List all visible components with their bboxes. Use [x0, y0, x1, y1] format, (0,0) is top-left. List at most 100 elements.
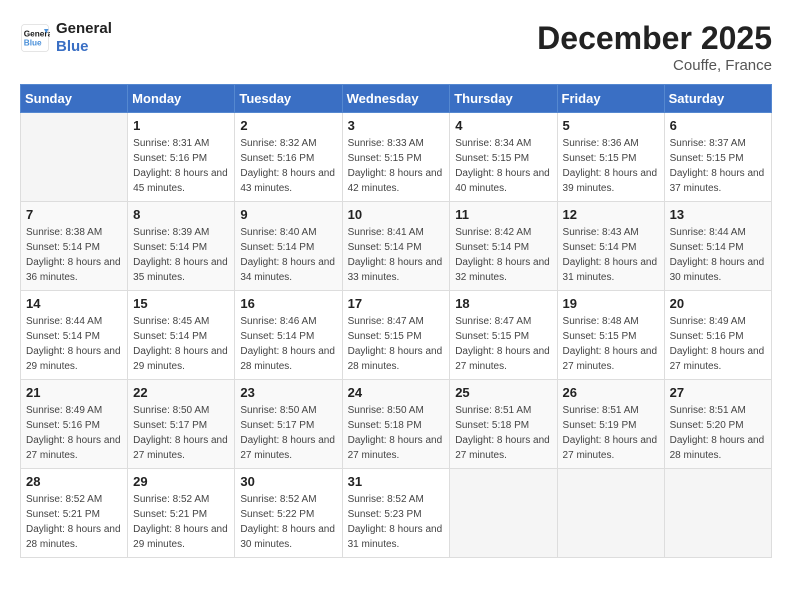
- week-row-2: 7 Sunrise: 8:38 AMSunset: 5:14 PMDaylight…: [21, 202, 772, 291]
- calendar-cell: 15 Sunrise: 8:45 AMSunset: 5:14 PMDayligh…: [128, 291, 235, 380]
- weekday-header-row: SundayMondayTuesdayWednesdayThursdayFrid…: [21, 85, 772, 113]
- calendar-cell: 23 Sunrise: 8:50 AMSunset: 5:17 PMDayligh…: [235, 380, 342, 469]
- day-number: 17: [348, 296, 445, 311]
- week-row-1: 1Sunrise: 8:31 AMSunset: 5:16 PMDaylight…: [21, 113, 772, 202]
- day-info: Sunrise: 8:46 AMSunset: 5:14 PMDaylight:…: [240, 314, 336, 374]
- calendar-cell: 8 Sunrise: 8:39 AMSunset: 5:14 PMDaylight…: [128, 202, 235, 291]
- calendar-cell: 10Sunrise: 8:41 AMSunset: 5:14 PMDayligh…: [342, 202, 450, 291]
- weekday-header-saturday: Saturday: [664, 85, 771, 113]
- weekday-header-thursday: Thursday: [450, 85, 557, 113]
- day-number: 4: [455, 118, 551, 133]
- week-row-4: 21Sunrise: 8:49 AMSunset: 5:16 PMDayligh…: [21, 380, 772, 469]
- location: Couffe, France: [537, 57, 772, 74]
- day-number: 30: [240, 474, 336, 489]
- calendar-cell: [21, 113, 128, 202]
- weekday-header-tuesday: Tuesday: [235, 85, 342, 113]
- day-info: Sunrise: 8:44 AMSunset: 5:14 PMDaylight:…: [26, 314, 122, 374]
- day-number: 28: [26, 474, 122, 489]
- day-info: Sunrise: 8:50 AMSunset: 5:17 PMDaylight:…: [133, 403, 229, 463]
- day-number: 15: [133, 296, 229, 311]
- day-info: Sunrise: 8:40 AMSunset: 5:14 PMDaylight:…: [240, 225, 336, 285]
- calendar-cell: 16 Sunrise: 8:46 AMSunset: 5:14 PMDayligh…: [235, 291, 342, 380]
- day-info: Sunrise: 8:49 AMSunset: 5:16 PMDaylight:…: [670, 314, 766, 374]
- day-info: Sunrise: 8:50 AMSunset: 5:17 PMDaylight:…: [240, 403, 336, 463]
- day-number: 2: [240, 118, 336, 133]
- calendar-cell: 24 Sunrise: 8:50 AMSunset: 5:18 PMDayligh…: [342, 380, 450, 469]
- day-info: Sunrise: 8:32 AMSunset: 5:16 PMDaylight:…: [240, 136, 336, 196]
- day-info: Sunrise: 8:39 AMSunset: 5:14 PMDaylight:…: [133, 225, 229, 285]
- day-number: 21: [26, 385, 122, 400]
- calendar-cell: 20 Sunrise: 8:49 AMSunset: 5:16 PMDayligh…: [664, 291, 771, 380]
- logo-icon: General Blue: [20, 23, 50, 53]
- page-header: General Blue General Blue December 2025 …: [20, 20, 772, 74]
- calendar-cell: 13Sunrise: 8:44 AMSunset: 5:14 PMDayligh…: [664, 202, 771, 291]
- day-number: 24: [348, 385, 445, 400]
- day-number: 23: [240, 385, 336, 400]
- logo: General Blue General Blue: [20, 20, 112, 56]
- day-number: 16: [240, 296, 336, 311]
- day-info: Sunrise: 8:47 AMSunset: 5:15 PMDaylight:…: [455, 314, 551, 374]
- calendar-cell: 25Sunrise: 8:51 AMSunset: 5:18 PMDayligh…: [450, 380, 557, 469]
- day-info: Sunrise: 8:48 AMSunset: 5:15 PMDaylight:…: [563, 314, 659, 374]
- day-number: 26: [563, 385, 659, 400]
- title-block: December 2025 Couffe, France: [537, 20, 772, 74]
- calendar-cell: 4Sunrise: 8:34 AMSunset: 5:15 PMDaylight…: [450, 113, 557, 202]
- day-info: Sunrise: 8:43 AMSunset: 5:14 PMDaylight:…: [563, 225, 659, 285]
- calendar-table: SundayMondayTuesdayWednesdayThursdayFrid…: [20, 84, 772, 558]
- calendar-cell: 7 Sunrise: 8:38 AMSunset: 5:14 PMDaylight…: [21, 202, 128, 291]
- week-row-3: 14 Sunrise: 8:44 AMSunset: 5:14 PMDayligh…: [21, 291, 772, 380]
- calendar-cell: 11Sunrise: 8:42 AMSunset: 5:14 PMDayligh…: [450, 202, 557, 291]
- day-number: 18: [455, 296, 551, 311]
- calendar-cell: 30 Sunrise: 8:52 AMSunset: 5:22 PMDayligh…: [235, 469, 342, 558]
- day-info: Sunrise: 8:51 AMSunset: 5:20 PMDaylight:…: [670, 403, 766, 463]
- day-info: Sunrise: 8:47 AMSunset: 5:15 PMDaylight:…: [348, 314, 445, 374]
- calendar-cell: 9 Sunrise: 8:40 AMSunset: 5:14 PMDaylight…: [235, 202, 342, 291]
- day-number: 14: [26, 296, 122, 311]
- day-number: 27: [670, 385, 766, 400]
- day-number: 12: [563, 207, 659, 222]
- day-number: 11: [455, 207, 551, 222]
- calendar-cell: [664, 469, 771, 558]
- day-number: 19: [563, 296, 659, 311]
- day-info: Sunrise: 8:38 AMSunset: 5:14 PMDaylight:…: [26, 225, 122, 285]
- calendar-cell: [557, 469, 664, 558]
- week-row-5: 28 Sunrise: 8:52 AMSunset: 5:21 PMDayligh…: [21, 469, 772, 558]
- day-info: Sunrise: 8:52 AMSunset: 5:21 PMDaylight:…: [133, 492, 229, 552]
- day-number: 10: [348, 207, 445, 222]
- day-number: 5: [563, 118, 659, 133]
- logo-general: General: [56, 20, 112, 38]
- day-info: Sunrise: 8:52 AMSunset: 5:21 PMDaylight:…: [26, 492, 122, 552]
- day-number: 3: [348, 118, 445, 133]
- day-info: Sunrise: 8:52 AMSunset: 5:22 PMDaylight:…: [240, 492, 336, 552]
- day-number: 7: [26, 207, 122, 222]
- calendar-cell: 2 Sunrise: 8:32 AMSunset: 5:16 PMDaylight…: [235, 113, 342, 202]
- day-info: Sunrise: 8:33 AMSunset: 5:15 PMDaylight:…: [348, 136, 445, 196]
- day-info: Sunrise: 8:45 AMSunset: 5:14 PMDaylight:…: [133, 314, 229, 374]
- day-number: 20: [670, 296, 766, 311]
- calendar-cell: 21Sunrise: 8:49 AMSunset: 5:16 PMDayligh…: [21, 380, 128, 469]
- day-info: Sunrise: 8:51 AMSunset: 5:19 PMDaylight:…: [563, 403, 659, 463]
- day-info: Sunrise: 8:36 AMSunset: 5:15 PMDaylight:…: [563, 136, 659, 196]
- calendar-cell: 17 Sunrise: 8:47 AMSunset: 5:15 PMDayligh…: [342, 291, 450, 380]
- weekday-header-wednesday: Wednesday: [342, 85, 450, 113]
- calendar-cell: 28 Sunrise: 8:52 AMSunset: 5:21 PMDayligh…: [21, 469, 128, 558]
- weekday-header-sunday: Sunday: [21, 85, 128, 113]
- calendar-cell: 14 Sunrise: 8:44 AMSunset: 5:14 PMDayligh…: [21, 291, 128, 380]
- day-info: Sunrise: 8:50 AMSunset: 5:18 PMDaylight:…: [348, 403, 445, 463]
- calendar-cell: 22Sunrise: 8:50 AMSunset: 5:17 PMDayligh…: [128, 380, 235, 469]
- day-number: 1: [133, 118, 229, 133]
- calendar-cell: 5 Sunrise: 8:36 AMSunset: 5:15 PMDaylight…: [557, 113, 664, 202]
- calendar-cell: 31Sunrise: 8:52 AMSunset: 5:23 PMDayligh…: [342, 469, 450, 558]
- calendar-cell: 29Sunrise: 8:52 AMSunset: 5:21 PMDayligh…: [128, 469, 235, 558]
- day-info: Sunrise: 8:44 AMSunset: 5:14 PMDaylight:…: [670, 225, 766, 285]
- calendar-cell: 3 Sunrise: 8:33 AMSunset: 5:15 PMDaylight…: [342, 113, 450, 202]
- calendar-cell: 6Sunrise: 8:37 AMSunset: 5:15 PMDaylight…: [664, 113, 771, 202]
- logo-blue: Blue: [56, 38, 112, 56]
- calendar-cell: 19 Sunrise: 8:48 AMSunset: 5:15 PMDayligh…: [557, 291, 664, 380]
- day-number: 31: [348, 474, 445, 489]
- day-number: 8: [133, 207, 229, 222]
- calendar-cell: [450, 469, 557, 558]
- day-info: Sunrise: 8:51 AMSunset: 5:18 PMDaylight:…: [455, 403, 551, 463]
- day-number: 9: [240, 207, 336, 222]
- calendar-cell: 18 Sunrise: 8:47 AMSunset: 5:15 PMDayligh…: [450, 291, 557, 380]
